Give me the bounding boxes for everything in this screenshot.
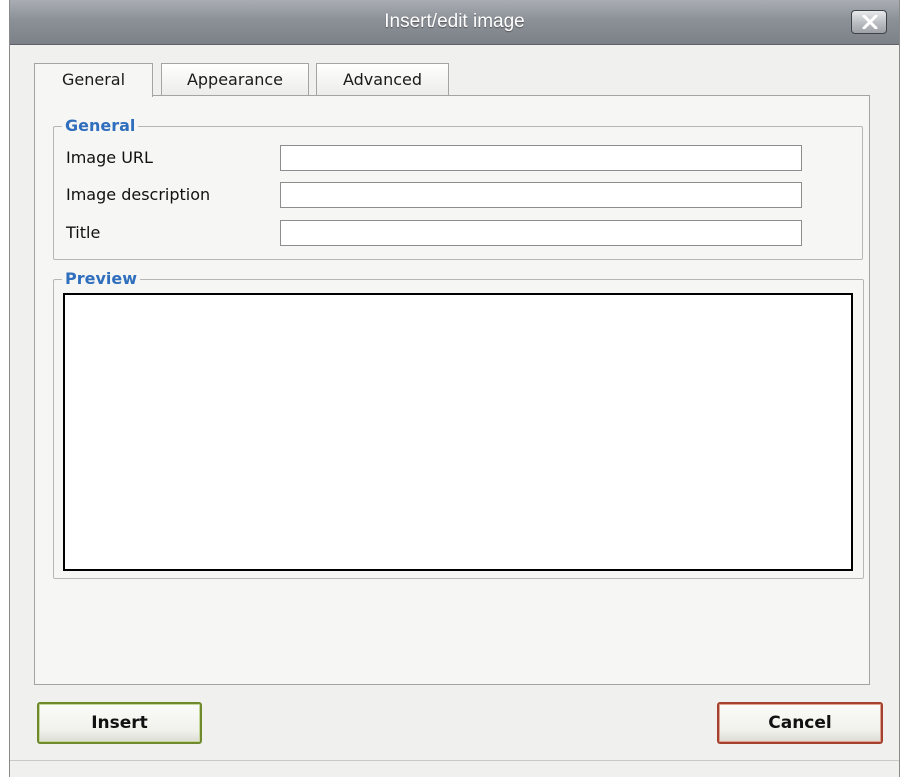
insert-button[interactable]: Insert — [37, 702, 202, 744]
tab-general[interactable]: General — [34, 63, 153, 97]
tab-appearance[interactable]: Appearance — [161, 63, 309, 95]
image-url-input[interactable] — [280, 145, 802, 171]
close-button[interactable] — [851, 10, 887, 34]
title-input[interactable] — [280, 220, 802, 246]
footer-divider — [10, 760, 899, 761]
image-description-input[interactable] — [280, 182, 802, 208]
image-description-label: Image description — [66, 185, 211, 204]
insert-edit-image-dialog: Insert/edit image General Appearance Adv… — [9, 0, 900, 777]
general-legend: General — [62, 117, 139, 135]
close-icon — [862, 15, 878, 29]
dialog-titlebar[interactable]: Insert/edit image — [10, 0, 899, 45]
tab-advanced[interactable]: Advanced — [316, 63, 449, 95]
image-url-label: Image URL — [66, 148, 153, 167]
preview-fieldset: Preview — [53, 270, 864, 579]
preview-legend: Preview — [62, 270, 141, 288]
tab-panel-general: General Image URL Image description Titl… — [34, 95, 870, 685]
dialog-title: Insert/edit image — [384, 11, 525, 32]
general-fieldset: General Image URL Image description Titl… — [53, 117, 863, 260]
title-label: Title — [66, 223, 101, 242]
cancel-button[interactable]: Cancel — [717, 702, 883, 744]
image-preview-area — [63, 293, 853, 571]
